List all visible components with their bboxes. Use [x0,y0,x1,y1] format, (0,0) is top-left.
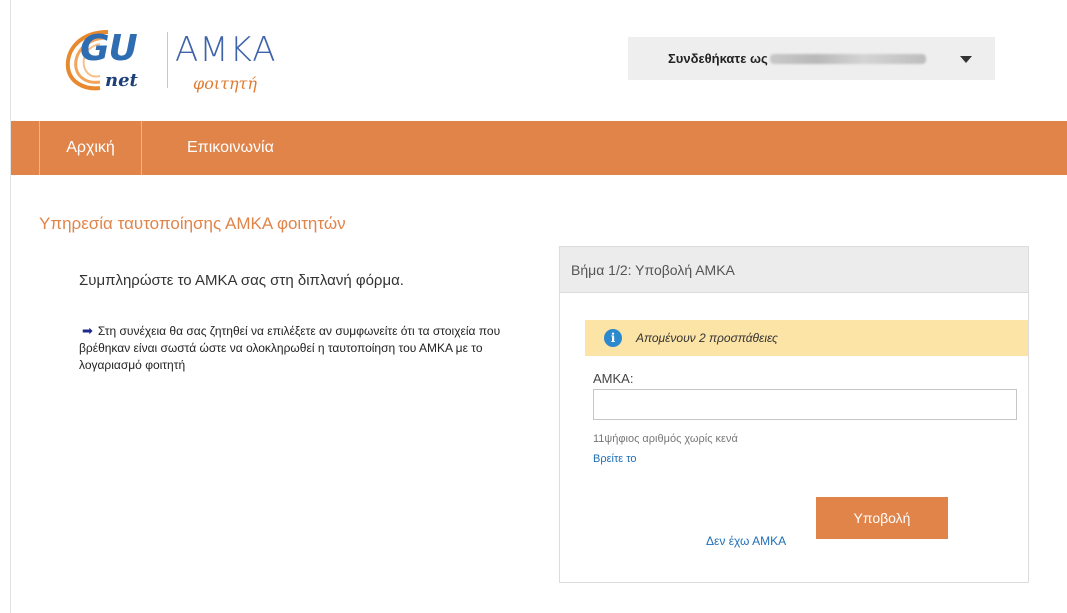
amka-hint: 11ψήφιος αριθμός χωρίς κενά [593,433,738,445]
find-amka-link[interactable]: Βρείτε το [593,453,637,465]
logo-amka-text: AMKA [175,30,277,70]
logged-in-label: Συνδεθήκατε ως [668,51,768,66]
main-nav-bar: Αρχική Επικοινωνία [11,121,1067,175]
attempts-alert-text: Απομένουν 2 προσπάθειες [636,331,778,345]
submit-button[interactable]: Υποβολή [816,497,948,539]
instruction-note: ➡ Στη συνέχεια θα σας ζητηθεί να επιλέξετ… [79,322,509,374]
nav-tab-contact[interactable]: Επικοινωνία [187,121,274,175]
user-menu-dropdown[interactable]: Συνδεθήκατε ως [628,37,995,80]
caret-down-icon[interactable] [960,56,972,63]
attempts-alert: i Απομένουν 2 προσπάθειες [585,320,1028,356]
gunet-amka-logo[interactable]: GU net AMKA φοιτητή [60,18,290,98]
panel-title: Βήμα 1/2: Υποβολή ΑΜΚΑ [560,247,1028,293]
instruction-note-text: Στη συνέχεια θα σας ζητηθεί να επιλέξετε… [79,324,501,372]
logo-divider [167,32,168,88]
intro-text: Συμπληρώστε το ΑΜΚΑ σας στη διπλανή φόρμ… [79,272,404,289]
amka-form-panel: Βήμα 1/2: Υποβολή ΑΜΚΑ i Απομένουν 2 προ… [559,246,1029,583]
amka-input[interactable] [593,389,1017,420]
page-left-border [10,0,11,613]
info-icon: i [604,329,622,347]
logo-gu-text: GU [80,28,138,69]
masked-username [769,53,926,64]
no-amka-link[interactable]: Δεν έχω ΑΜΚΑ [706,534,786,548]
logo-net-text: net [105,70,138,91]
nav-tab-home[interactable]: Αρχική [39,121,142,175]
amka-field-label: ΑΜΚΑ: [593,371,634,386]
logo-subtitle: φοιτητή [193,74,257,93]
page-title: Υπηρεσία ταυτοποίησης ΑΜΚΑ φοιτητών [39,214,346,233]
arrow-right-icon: ➡ [82,323,93,338]
